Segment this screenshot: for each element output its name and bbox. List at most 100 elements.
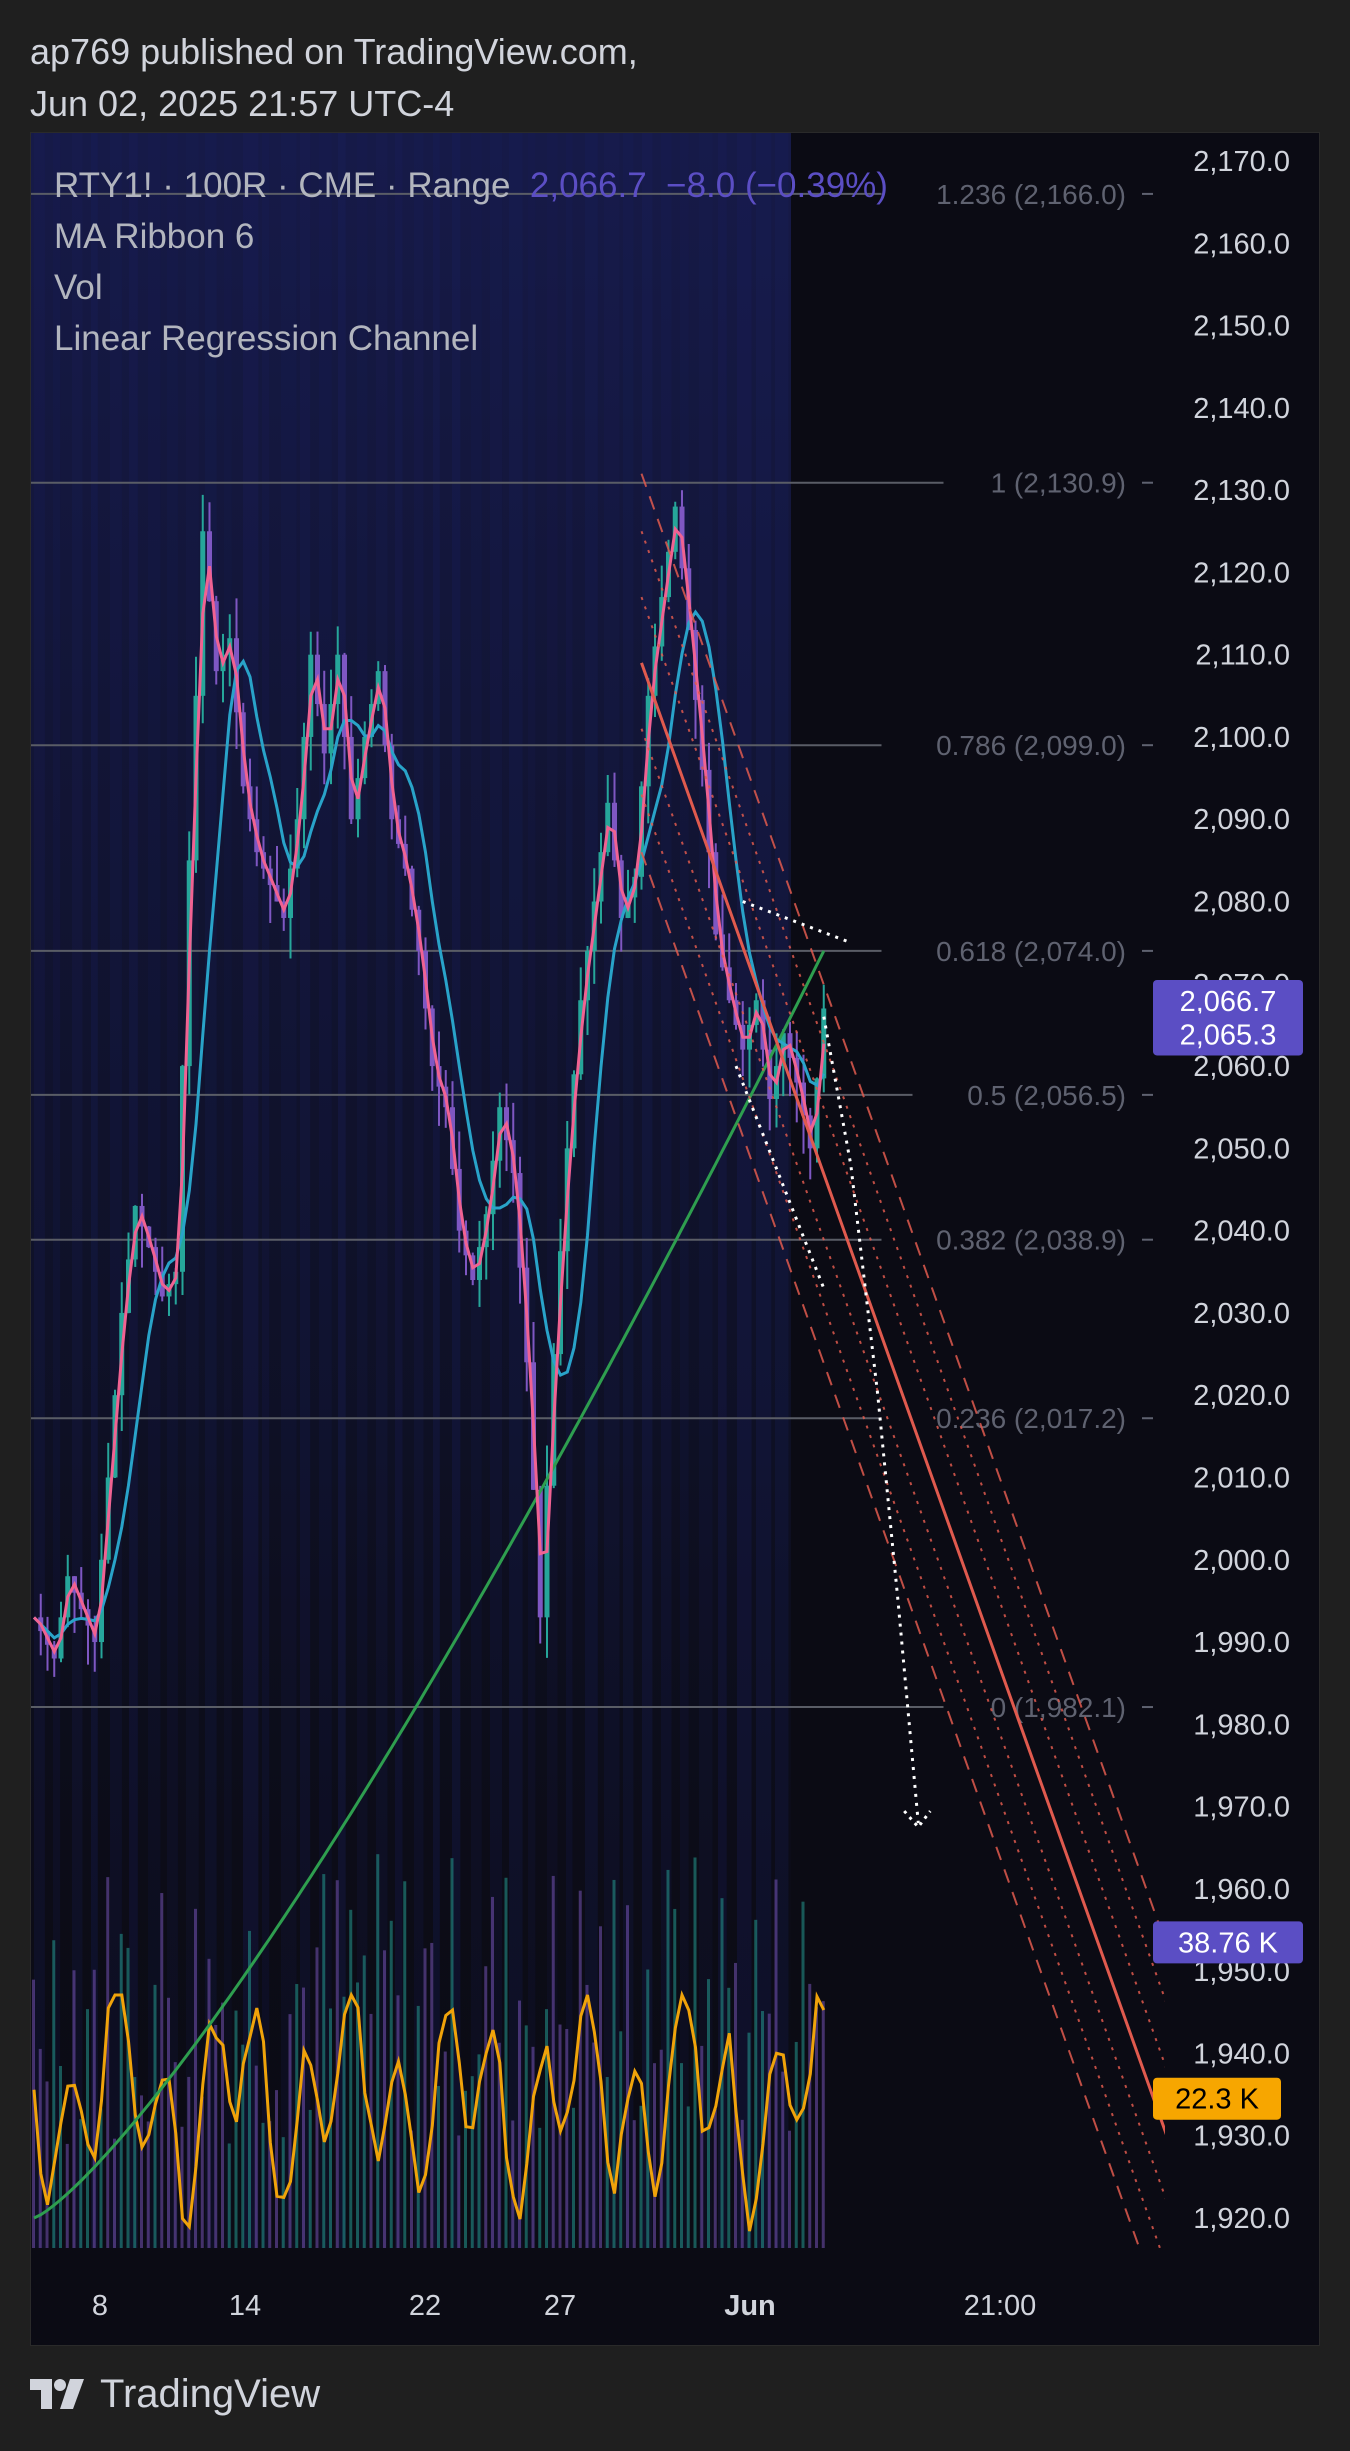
fib-level-label: 1 (2,130.9) (991, 468, 1126, 499)
volume-bar (457, 2135, 461, 2248)
volume-bar (376, 1854, 380, 2248)
y-axis-tick-label: 2,120.0 (1193, 557, 1290, 589)
background-stripe (205, 133, 217, 2248)
x-axis-tick-label: 21:00 (964, 2290, 1037, 2322)
volume-bar (369, 2013, 373, 2248)
volume-bar (167, 1997, 170, 2248)
volume-bar (781, 2071, 785, 2248)
background-stripe (395, 133, 403, 2248)
background-stripe (243, 133, 259, 2248)
background-stripe (148, 133, 161, 2248)
volume-bar (788, 2130, 791, 2248)
volume-bar (72, 1970, 76, 2248)
background-stripe (53, 133, 61, 2248)
background-stripe (129, 133, 138, 2248)
volume-bar (248, 1930, 251, 2248)
volume-bar (639, 2105, 643, 2248)
volume-bar (403, 1881, 407, 2248)
projection-arrow-line (822, 1016, 920, 1824)
legend-symbol-line[interactable]: RTY1! · 100R · CME · Range 2,066.7 −8.0 … (54, 160, 888, 211)
volume-bar (200, 2096, 204, 2248)
volume-bar (59, 2065, 62, 2248)
fib-level-label: 0.236 (2,017.2) (936, 1403, 1126, 1434)
background-stripe (357, 133, 368, 2248)
volume-bar (106, 1877, 110, 2248)
legend-indicator-volume[interactable]: Vol (54, 262, 888, 313)
volume-bar (626, 1905, 629, 2248)
volume-bar (254, 2065, 258, 2248)
background-stripe (167, 133, 178, 2248)
volume-bar (740, 2119, 744, 2248)
legend-change: −8.0 (−0.39%) (666, 166, 888, 205)
volume-bar (450, 1858, 454, 2248)
volume-bar (146, 2121, 150, 2248)
background-stripe (224, 133, 232, 2248)
volume-bar (808, 1983, 812, 2248)
volume-bar (207, 1958, 211, 2248)
volume-bar (558, 2024, 562, 2248)
volume-bar (194, 1908, 197, 2248)
volume-bar (288, 2014, 292, 2248)
background-stripe (756, 133, 772, 2248)
volume-bar (680, 2063, 683, 2248)
volume-bar (302, 1987, 305, 2248)
y-axis-tick-label: 2,010.0 (1193, 1462, 1290, 1494)
volume-bar (423, 1948, 427, 2248)
background-stripe (433, 133, 440, 2248)
volume-bar (437, 2085, 440, 2248)
fib-level-label: 1.236 (2,166.0) (936, 179, 1126, 210)
volume-bar (281, 2137, 285, 2248)
background-stripe (319, 133, 332, 2248)
volume-bar (673, 1908, 677, 2248)
price-chart[interactable]: 1.236 (2,166.0) 1 (2,130.9) 0.786 (2,099.0… (0, 0, 1350, 2451)
volume-bar (632, 2120, 636, 2248)
background-stripe (72, 133, 83, 2248)
fib-level-label: 0.786 (2,099.0) (936, 730, 1126, 761)
volume-bar (754, 1919, 758, 2248)
footer[interactable]: TradingView (30, 2366, 320, 2422)
volume-bar (484, 1966, 488, 2248)
volume-bar (801, 1901, 805, 2248)
volume-bar (140, 2095, 143, 2248)
background-stripe (300, 133, 311, 2248)
background-stripe (281, 133, 297, 2248)
price-badge-label: 22.3 K (1175, 2084, 1259, 2116)
chart-legend: RTY1! · 100R · CME · Range 2,066.7 −8.0 … (54, 160, 888, 364)
x-axis-tick-label: 22 (409, 2290, 441, 2322)
y-axis-tick-label: 1,980.0 (1193, 1709, 1290, 1741)
price-badge-label: 2,066.7 (1180, 986, 1277, 1018)
volume-bar (308, 2109, 312, 2248)
x-axis-tick-label: 14 (229, 2290, 261, 2322)
legend-indicator-ma-ribbon[interactable]: MA Ribbon 6 (54, 211, 888, 262)
y-axis-tick-label: 2,170.0 (1193, 146, 1290, 178)
volume-bar (538, 2127, 542, 2248)
y-axis-tick-label: 2,110.0 (1195, 640, 1290, 672)
volume-bar (173, 2062, 177, 2248)
price-badge: 38.76 K (1153, 1921, 1303, 1964)
background-stripe (680, 133, 689, 2248)
volume-bar (713, 2108, 717, 2248)
background-stripe (110, 133, 122, 2248)
background-stripe (34, 133, 45, 2248)
volume-bar (504, 1877, 508, 2248)
symbol-info: RTY1! · 100R · CME · Range (54, 166, 511, 205)
volume-bar (700, 2045, 704, 2248)
volume-bar (531, 2046, 535, 2248)
y-axis-tick-label: 2,160.0 (1193, 228, 1290, 260)
volume-bar (592, 2042, 596, 2248)
legend-price: 2,066.7 (529, 166, 647, 205)
volume-bar (99, 2108, 103, 2248)
y-axis-tick-label: 2,130.0 (1193, 475, 1290, 507)
volume-bar (443, 2051, 447, 2248)
volume-bar (227, 2143, 231, 2248)
volume-bar (518, 2000, 521, 2248)
price-badge-label: 2,065.3 (1180, 1019, 1277, 1051)
volume-bar (396, 1995, 400, 2248)
legend-indicator-regression[interactable]: Linear Regression Channel (54, 313, 888, 364)
volume-bar (261, 2122, 265, 2248)
volume-bar (349, 1909, 353, 2248)
y-axis-tick-label: 1,960.0 (1193, 1874, 1290, 1906)
volume-bar (794, 2041, 798, 2248)
background-gradient (31, 133, 791, 2248)
volume-bar (686, 2106, 690, 2248)
